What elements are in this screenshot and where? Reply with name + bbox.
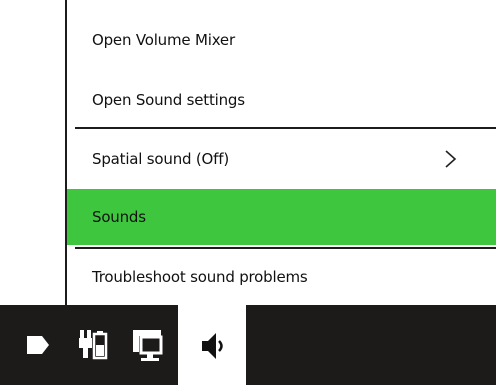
menu-item-label: Open Sound settings [92, 91, 245, 109]
menu-item-label: Open Volume Mixer [92, 31, 235, 49]
menu-item-label: Troubleshoot sound problems [92, 268, 308, 286]
taskbar [0, 305, 496, 385]
chevron-right-icon [445, 150, 457, 168]
speaker-icon [202, 333, 223, 359]
menu-item-troubleshoot-sound-problems[interactable]: Troubleshoot sound problems [67, 249, 496, 305]
menu-item-spatial-sound[interactable]: Spatial sound (Off) [67, 129, 496, 189]
network-icon[interactable] [131, 328, 165, 362]
power-plug-icon[interactable] [78, 328, 108, 360]
volume-tray-button[interactable] [178, 305, 246, 385]
menu-item-label: Sounds [92, 208, 146, 226]
menu-item-open-volume-mixer[interactable]: Open Volume Mixer [67, 0, 496, 80]
menu-item-label: Spatial sound (Off) [92, 150, 229, 168]
flag-icon[interactable] [24, 333, 52, 357]
sound-context-menu: Open Volume Mixer Open Sound settings Sp… [67, 0, 496, 305]
desktop-strip [0, 0, 67, 305]
menu-item-sounds[interactable]: Sounds [67, 189, 496, 245]
menu-item-open-sound-settings[interactable]: Open Sound settings [67, 70, 496, 130]
